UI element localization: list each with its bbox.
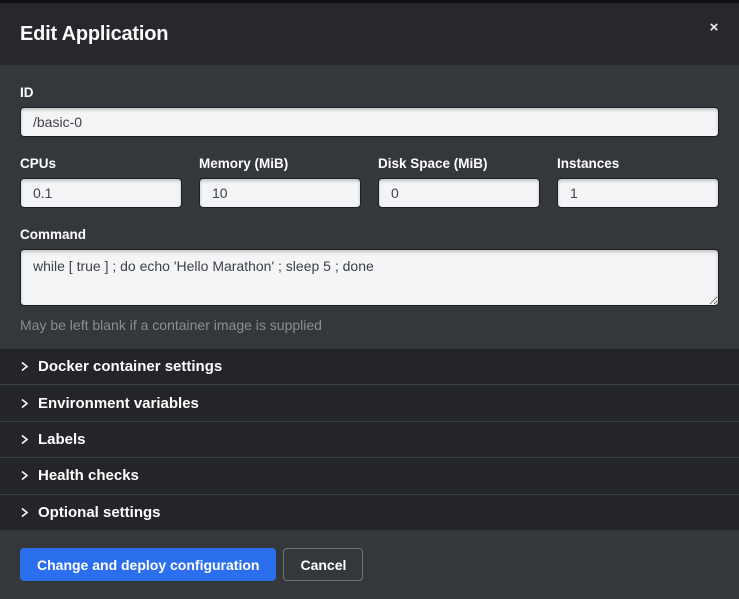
close-icon[interactable]: × [703,17,725,39]
chevron-right-icon [20,399,29,408]
id-field-label: ID [20,85,719,100]
accordion-section-label: Labels [38,431,86,448]
modal-header: Edit Application × [0,0,739,65]
id-field-group: ID [20,85,719,137]
id-input[interactable] [20,107,719,137]
accordion-section-label: Health checks [38,467,139,484]
accordion-section-optional-settings[interactable]: Optional settings [0,495,739,530]
resources-row: CPUs Memory (MiB) Disk Space (MiB) Insta… [20,156,719,208]
command-field-group: Command while [ true ] ; do echo 'Hello … [20,227,719,333]
command-help-text: May be left blank if a container image i… [20,317,719,333]
accordion-section-health-checks[interactable]: Health checks [0,458,739,494]
command-textarea[interactable]: while [ true ] ; do echo 'Hello Marathon… [20,249,719,306]
instances-input[interactable] [557,178,719,208]
disk-input[interactable] [378,178,540,208]
cancel-button[interactable]: Cancel [283,548,363,581]
disk-field-label: Disk Space (MiB) [378,156,540,171]
change-and-deploy-button[interactable]: Change and deploy configuration [20,548,276,581]
memory-input[interactable] [199,178,361,208]
disk-field-group: Disk Space (MiB) [378,156,540,208]
modal-title: Edit Application [20,23,168,46]
accordion-section-docker-container-settings[interactable]: Docker container settings [0,349,739,385]
cpus-field-group: CPUs [20,156,182,208]
modal-footer: Change and deploy configuration Cancel [0,530,739,599]
cpus-input[interactable] [20,178,182,208]
instances-field-group: Instances [557,156,719,208]
accordion-section-environment-variables[interactable]: Environment variables [0,385,739,421]
memory-field-label: Memory (MiB) [199,156,361,171]
accordion-section-label: Environment variables [38,395,199,412]
accordion-section-label: Docker container settings [38,358,222,375]
accordion: Docker container settings Environment va… [0,349,739,530]
chevron-right-icon [20,362,29,371]
accordion-section-label: Optional settings [38,504,161,521]
chevron-right-icon [20,471,29,480]
instances-field-label: Instances [557,156,719,171]
accordion-section-labels[interactable]: Labels [0,422,739,458]
form-section: ID CPUs Memory (MiB) Disk Space (MiB) In… [0,65,739,349]
edit-application-modal: Edit Application × ID CPUs Memory (MiB) … [0,0,739,599]
command-field-label: Command [20,227,719,242]
memory-field-group: Memory (MiB) [199,156,361,208]
chevron-right-icon [20,435,29,444]
cpus-field-label: CPUs [20,156,182,171]
chevron-right-icon [20,508,29,517]
